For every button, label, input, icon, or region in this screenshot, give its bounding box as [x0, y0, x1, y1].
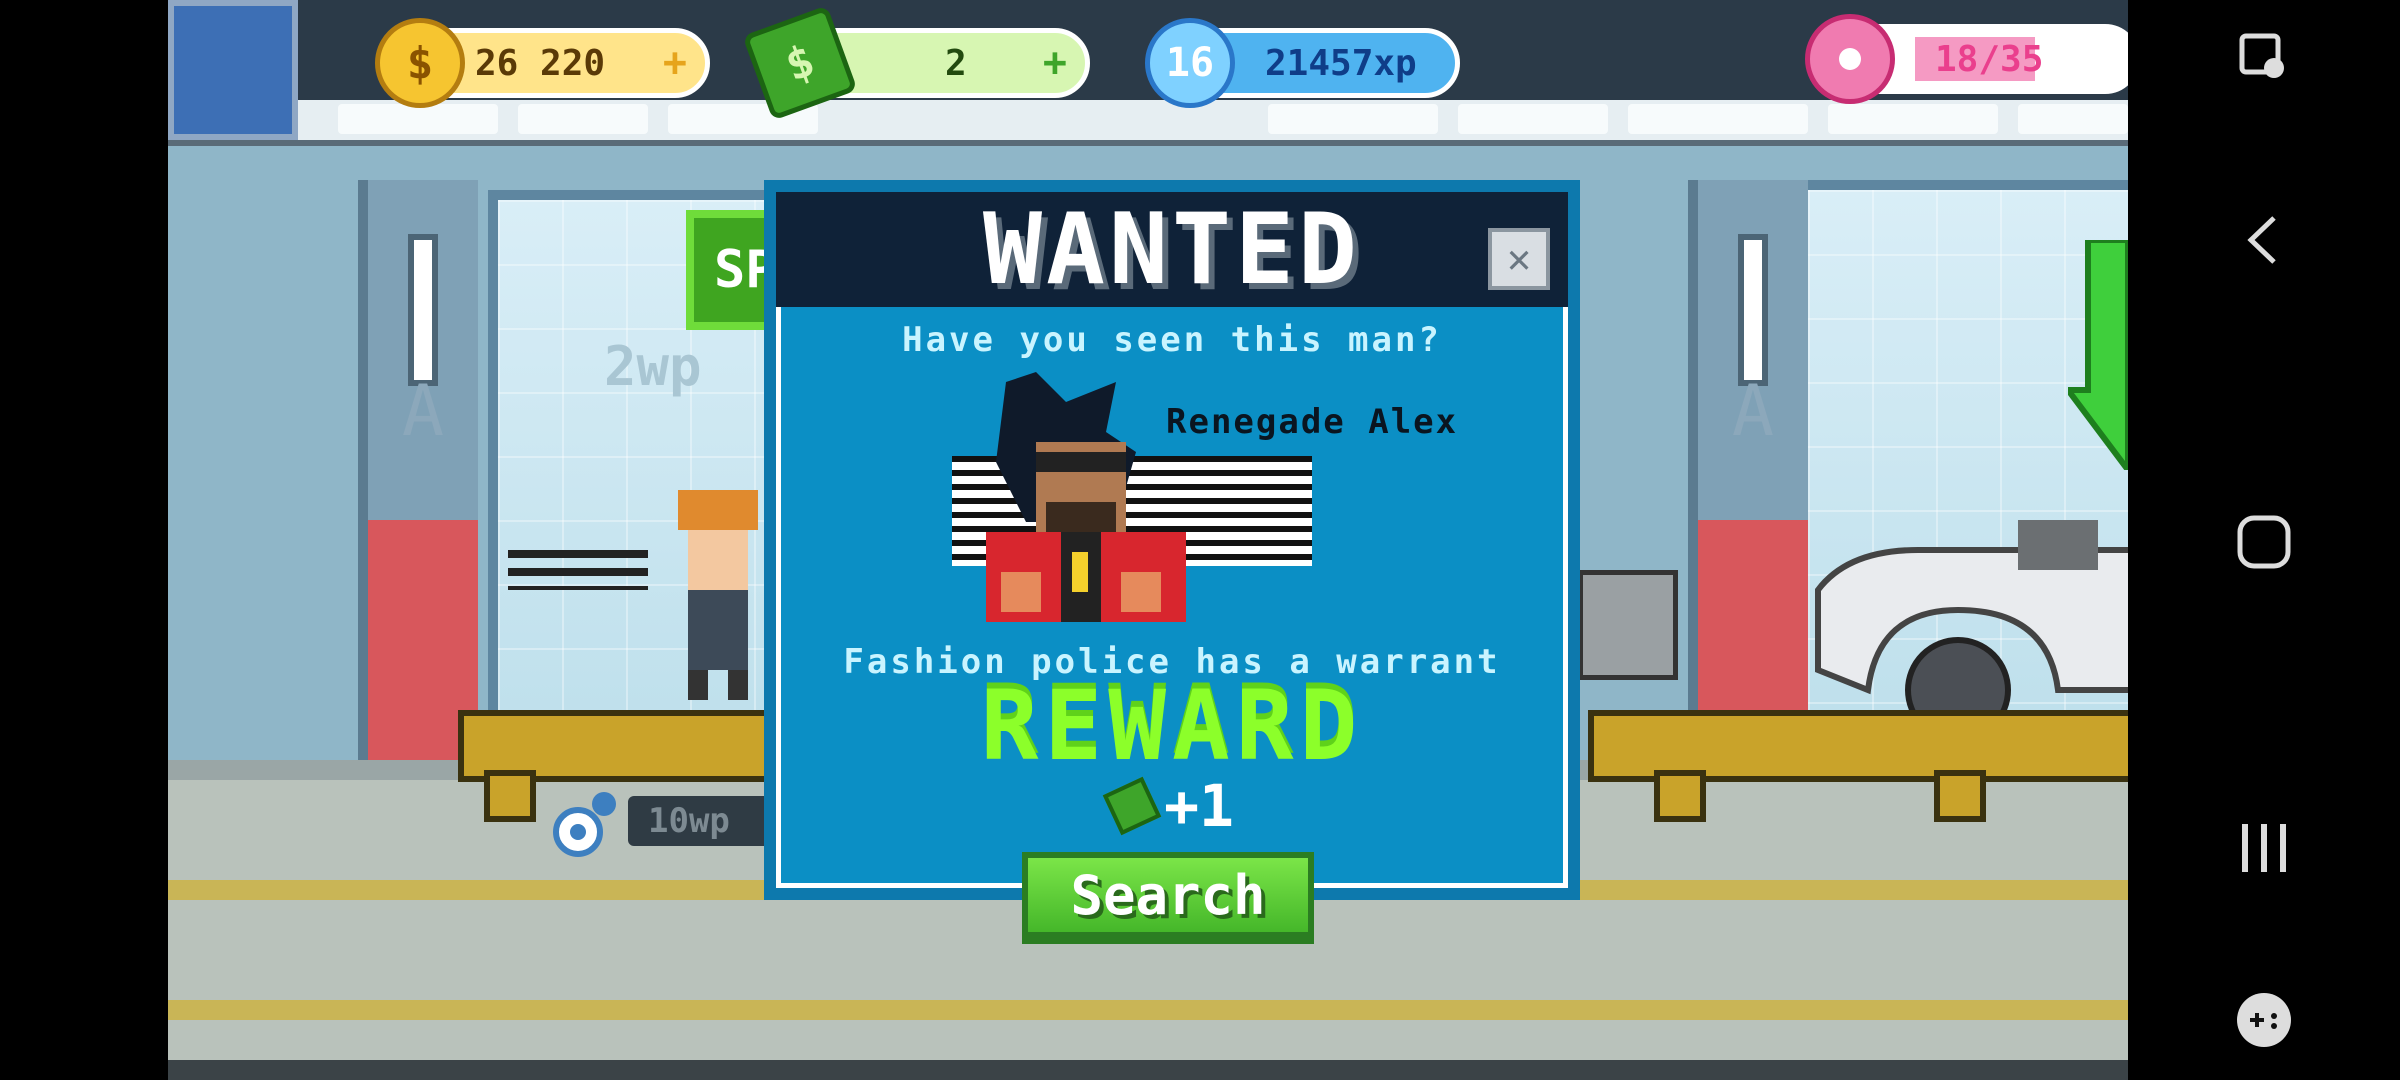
pillar-left: A [358, 180, 478, 780]
villain-name: Renegade Alex [1166, 402, 1459, 442]
reward-amount: +1 [1164, 772, 1234, 840]
wanted-dialog: WANTED ✕ Have you seen this man? Renegad… [764, 180, 1580, 900]
xp-counter: 16 21457xp [1145, 18, 1460, 108]
car-body[interactable] [1808, 520, 2128, 710]
speed-lines [508, 550, 648, 590]
cash-value: 2 [945, 42, 967, 84]
xp-value: 21457xp [1265, 42, 1417, 84]
worker-character[interactable] [658, 470, 778, 710]
search-button[interactable]: Search [1022, 852, 1314, 944]
arrow-down-icon[interactable] [2068, 240, 2128, 470]
pillar-right: A [1688, 180, 1808, 780]
android-nav-bar [2128, 0, 2400, 1080]
avatar[interactable] [168, 0, 298, 140]
wp-floating-text: 2wp [604, 335, 702, 398]
ceiling-rail [168, 100, 2128, 146]
cash-counter[interactable]: $ 2 + [742, 5, 1090, 121]
home-icon[interactable] [2234, 512, 2294, 572]
donut-counter[interactable]: 18/35 [1805, 14, 2140, 104]
wp-badge-label: 10wp [648, 801, 730, 841]
search-button-label: Search [1070, 863, 1266, 927]
mugshot-portrait [986, 372, 1186, 622]
add-cash-icon[interactable]: + [1043, 40, 1067, 86]
reward-amount-row: +1 [776, 772, 1568, 840]
add-coins-icon[interactable]: + [663, 40, 687, 86]
wanted-question: Have you seen this man? [902, 320, 1442, 360]
back-icon[interactable] [2239, 210, 2289, 270]
wanted-titlebar: WANTED [776, 192, 1568, 307]
close-icon: ✕ [1506, 236, 1532, 282]
screenshot-icon[interactable] [2234, 28, 2294, 88]
reward-label: REWARD [980, 670, 1364, 782]
coins-counter[interactable]: $ 26 220 + [375, 18, 710, 108]
level-value: 16 [1165, 40, 1215, 86]
donut-icon [1805, 14, 1895, 104]
cash-icon [1102, 776, 1162, 836]
recents-icon[interactable] [2234, 818, 2294, 878]
donut-value: 18/35 [1935, 38, 2044, 80]
coin-icon: $ [375, 18, 465, 108]
level-star-icon: 16 [1145, 18, 1235, 108]
gear-icon[interactable] [548, 790, 618, 860]
coins-value: 26 220 [475, 42, 606, 84]
conveyor-right [1588, 710, 2128, 822]
conveyor-left [458, 710, 790, 822]
game-launcher-icon[interactable] [2234, 990, 2294, 1050]
close-button[interactable]: ✕ [1488, 228, 1550, 290]
dialog-title: WANTED [982, 192, 1361, 307]
engine-part[interactable] [1578, 570, 1678, 680]
